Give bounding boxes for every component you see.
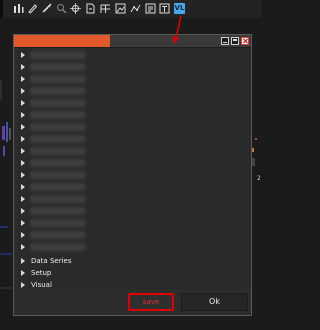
property-tree: Data Series Setup Visual: [17, 49, 248, 289]
expand-triangle-icon[interactable]: [21, 112, 25, 118]
dialog-titlebar[interactable]: [14, 35, 251, 48]
tree-item[interactable]: [17, 49, 248, 61]
dialog-footer: save Ok: [14, 289, 251, 315]
redacted-label: [30, 99, 86, 107]
tree-item[interactable]: [17, 145, 248, 157]
tree-item[interactable]: [17, 61, 248, 73]
ok-button[interactable]: Ok: [181, 293, 248, 311]
expand-triangle-icon[interactable]: [21, 270, 25, 276]
side-value-label: 2: [257, 175, 261, 182]
redacted-label: [30, 87, 86, 95]
maximize-button[interactable]: [231, 37, 239, 45]
redacted-label: [30, 51, 86, 59]
tree-item-label: Setup: [31, 269, 52, 277]
line-icon[interactable]: [130, 3, 141, 14]
dialog-title-tab: [14, 35, 110, 47]
expand-triangle-icon[interactable]: [21, 258, 25, 264]
redacted-label: [30, 63, 86, 71]
tree-item-data-series[interactable]: Data Series: [17, 255, 248, 267]
redacted-label: [30, 243, 86, 251]
pencil-icon[interactable]: [27, 3, 38, 14]
tree-item[interactable]: [17, 85, 248, 97]
zoom-icon[interactable]: [56, 3, 67, 14]
tree-item[interactable]: [17, 205, 248, 217]
expand-triangle-icon[interactable]: [21, 64, 25, 70]
redacted-label: [30, 195, 86, 203]
redacted-label: [30, 159, 86, 167]
tree-item[interactable]: [17, 133, 248, 145]
expand-triangle-icon[interactable]: [21, 160, 25, 166]
crosshair-icon[interactable]: [70, 3, 81, 14]
tree-item[interactable]: [17, 109, 248, 121]
vl-badge-button[interactable]: VL: [174, 3, 185, 14]
table-icon[interactable]: [100, 3, 111, 14]
image-icon[interactable]: [115, 3, 126, 14]
tree-item[interactable]: [17, 229, 248, 241]
redacted-label: [30, 135, 86, 143]
expand-triangle-icon[interactable]: [21, 100, 25, 106]
tree-item[interactable]: [17, 121, 248, 133]
tree-item[interactable]: [17, 217, 248, 229]
tree-item[interactable]: [17, 169, 248, 181]
expand-triangle-icon[interactable]: [21, 244, 25, 250]
expand-triangle-icon[interactable]: [21, 196, 25, 202]
expand-triangle-icon[interactable]: [21, 88, 25, 94]
expand-triangle-icon[interactable]: [21, 148, 25, 154]
bars-icon[interactable]: [13, 3, 24, 14]
tree-item[interactable]: [17, 241, 248, 253]
expand-triangle-icon[interactable]: [21, 184, 25, 190]
expand-triangle-icon[interactable]: [21, 232, 25, 238]
close-button[interactable]: [241, 37, 249, 45]
tree-item-setup[interactable]: Setup: [17, 267, 248, 279]
text-icon[interactable]: [159, 3, 170, 14]
expand-triangle-icon[interactable]: [21, 172, 25, 178]
redacted-label: [30, 171, 86, 179]
annotation-arrow-icon: [172, 15, 182, 44]
tree-item-label: Data Series: [31, 257, 72, 265]
expand-triangle-icon[interactable]: [21, 52, 25, 58]
tree-item[interactable]: [17, 97, 248, 109]
expand-triangle-icon[interactable]: [21, 282, 25, 288]
tree-item[interactable]: [17, 157, 248, 169]
redacted-label: [30, 231, 86, 239]
expand-triangle-icon[interactable]: [21, 220, 25, 226]
tree-item[interactable]: [17, 73, 248, 85]
expand-triangle-icon[interactable]: [21, 208, 25, 214]
redacted-label: [30, 111, 86, 119]
chart-toolbar: VL: [0, 0, 262, 19]
redacted-label: [30, 147, 86, 155]
properties-dialog: Data Series Setup Visual save Ok: [13, 34, 252, 316]
minimize-button[interactable]: [221, 37, 229, 45]
page-icon[interactable]: [85, 3, 96, 14]
ruler-icon[interactable]: [42, 3, 53, 14]
toolbar-edge: [0, 0, 3, 18]
redacted-label: [30, 123, 86, 131]
redacted-label: [30, 207, 86, 215]
panel-divider: [249, 49, 250, 289]
tree-item[interactable]: [17, 193, 248, 205]
save-button[interactable]: save: [128, 293, 174, 311]
redacted-label: [30, 75, 86, 83]
grid-icon[interactable]: [145, 3, 156, 14]
tree-item[interactable]: [17, 181, 248, 193]
expand-triangle-icon[interactable]: [21, 136, 25, 142]
redacted-label: [30, 219, 86, 227]
redacted-label: [30, 183, 86, 191]
expand-triangle-icon[interactable]: [21, 124, 25, 130]
expand-triangle-icon[interactable]: [21, 76, 25, 82]
